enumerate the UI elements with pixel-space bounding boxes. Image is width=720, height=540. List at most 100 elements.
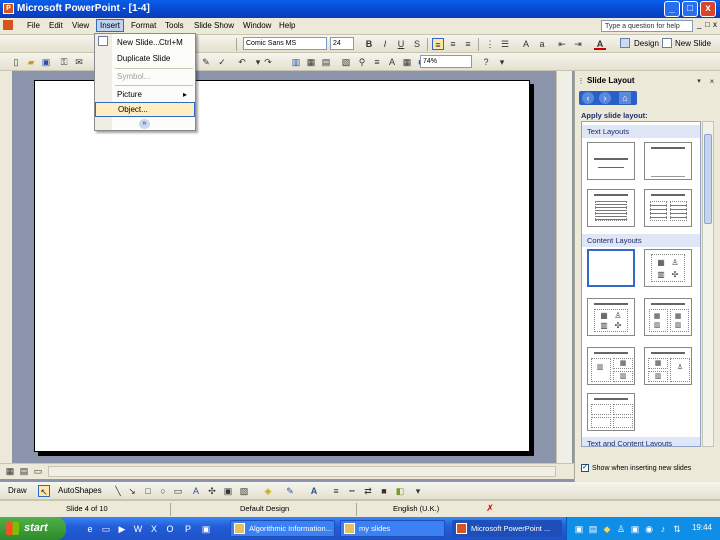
font-name-select[interactable]: Comic Sans MS — [243, 37, 327, 50]
horizontal-scrollbar[interactable] — [48, 466, 556, 477]
tray-safely-remove-icon[interactable]: ⇅ — [671, 523, 683, 535]
close-button[interactable]: x — [700, 1, 716, 17]
decrease-indent-icon[interactable]: ⇤ — [556, 38, 568, 50]
open-folder-icon[interactable]: ▰ — [25, 56, 37, 68]
outline-pane-collapsed[interactable] — [0, 71, 12, 463]
tray-app-icon[interactable]: ▣ — [629, 523, 641, 535]
excel-icon[interactable]: X — [148, 523, 160, 535]
picture-icon[interactable]: ▧ — [238, 485, 250, 497]
menu-slide-show[interactable]: Slide Show — [194, 21, 234, 30]
design-icon[interactable] — [620, 38, 630, 48]
title-bar[interactable]: P Microsoft PowerPoint - [1-4] _ □ x — [0, 0, 720, 18]
align-left-icon[interactable]: ≡ — [432, 38, 444, 50]
layout-title-slide[interactable] — [587, 142, 635, 180]
layout-content[interactable]: ▦ ♙ ▥ ✣ — [644, 249, 692, 287]
expand-all-icon[interactable]: ≡ — [371, 56, 383, 68]
layout-title-text[interactable] — [587, 189, 635, 227]
layout-gallery[interactable]: Text Layouts Content Layouts ▦ ♙ ▥ ✣ ▦ ♙… — [581, 121, 701, 447]
tray-network-icon[interactable]: ▣ — [573, 523, 585, 535]
new-document-icon[interactable]: ▯ — [10, 56, 22, 68]
zoom-select[interactable]: 74% — [420, 55, 472, 68]
task-algorithmic-information[interactable]: Algorithmic Information... — [230, 520, 335, 537]
menu-file[interactable]: File — [27, 21, 40, 30]
new-slide-button[interactable]: New Slide — [675, 39, 711, 48]
line-icon[interactable]: ╲ — [112, 485, 124, 497]
forward-icon[interactable]: › — [599, 92, 611, 104]
slide-sorter-icon[interactable]: ▤ — [18, 465, 30, 477]
task-microsoft-powerpoint[interactable]: Microsoft PowerPoint ... — [452, 520, 562, 537]
layout-title-two-column[interactable] — [644, 189, 692, 227]
design-button[interactable]: Design — [634, 39, 659, 48]
taskbar-clock[interactable]: 19:44 — [692, 523, 712, 532]
bullets-icon[interactable]: ☰ — [499, 38, 511, 50]
save-icon[interactable]: ▣ — [40, 56, 52, 68]
chevron-double-down-icon[interactable]: » — [139, 119, 150, 129]
format-painter-icon[interactable]: ✎ — [200, 56, 212, 68]
underline-button[interactable]: U — [395, 38, 407, 50]
task-pane-scrollbar[interactable] — [702, 121, 714, 447]
decrease-font-icon[interactable]: a — [536, 38, 548, 50]
insert-hyperlink-icon[interactable]: ⚲ — [356, 56, 368, 68]
new-slide-icon[interactable] — [662, 38, 672, 48]
internet-explorer-icon[interactable]: e — [84, 523, 96, 535]
rectangle-icon[interactable]: □ — [142, 485, 154, 497]
diagram-icon[interactable]: ✣ — [206, 485, 218, 497]
tray-display-icon[interactable]: ▤ — [587, 523, 599, 535]
menu-item-picture[interactable]: Picture ▸ — [95, 87, 195, 102]
shadow-style-icon[interactable]: ■ — [378, 485, 390, 497]
task-pane-close-icon[interactable]: × — [706, 76, 718, 88]
font-color-button[interactable]: A — [594, 38, 606, 50]
menu-view[interactable]: View — [72, 21, 89, 30]
layout-title-only[interactable] — [644, 142, 692, 180]
numbering-icon[interactable]: ⋮ — [484, 38, 496, 50]
normal-view-icon[interactable]: ▦ — [4, 465, 16, 477]
slide-canvas[interactable] — [34, 80, 530, 452]
autoshapes-menu-button[interactable]: AutoShapes — [58, 486, 102, 495]
fill-color-icon[interactable]: ◈ — [262, 485, 274, 497]
powerpoint-app-icon[interactable]: P — [3, 3, 14, 14]
layout-title-two-content[interactable]: ▦ ▦ ▥ ▥ — [644, 298, 692, 336]
outlook-icon[interactable]: O — [164, 523, 176, 535]
toolbar-options-icon[interactable]: ▾ — [412, 485, 424, 497]
oval-icon[interactable]: ○ — [157, 485, 169, 497]
align-center-icon[interactable]: ≡ — [447, 38, 459, 50]
powerpoint-quicklaunch-icon[interactable]: P — [182, 523, 194, 535]
arrow-icon[interactable]: ↘ — [126, 485, 138, 497]
increase-indent-icon[interactable]: ⇥ — [572, 38, 584, 50]
tables-borders-icon[interactable]: ▤ — [320, 56, 332, 68]
document-icon[interactable] — [3, 20, 13, 30]
media-player-icon[interactable]: ▶ — [116, 523, 128, 535]
show-when-inserting-option[interactable]: ✓ Show when inserting new slides — [581, 464, 691, 472]
layout-title-four-content[interactable] — [587, 393, 635, 431]
toolbar-options-icon[interactable]: ▾ — [496, 56, 508, 68]
menu-edit[interactable]: Edit — [49, 21, 63, 30]
show-when-inserting-checkbox[interactable]: ✓ — [581, 464, 589, 472]
menu-item-new-slide[interactable]: New Slide... Ctrl+M — [95, 35, 195, 50]
shadow-button[interactable]: S — [411, 38, 423, 50]
layout-blank[interactable] — [587, 249, 635, 287]
insert-picture-icon[interactable]: ▧ — [340, 56, 352, 68]
italic-button[interactable]: I — [379, 38, 391, 50]
permission-icon[interactable]: ⚿ — [58, 56, 70, 68]
menu-format[interactable]: Format — [131, 21, 156, 30]
dropdown-icon[interactable]: ▾ — [693, 76, 705, 88]
font-color-icon[interactable]: A — [308, 485, 320, 497]
menu-help[interactable]: Help — [279, 21, 295, 30]
menu-tools[interactable]: Tools — [165, 21, 184, 30]
menu-window[interactable]: Window — [243, 21, 271, 30]
show-formatting-icon[interactable]: A — [386, 56, 398, 68]
line-color-icon[interactable]: ✎ — [284, 485, 296, 497]
insert-chart-icon[interactable]: ▥ — [290, 56, 302, 68]
grid-icon[interactable]: ▦ — [401, 56, 413, 68]
wordart-icon[interactable]: A — [190, 485, 202, 497]
tray-antivirus-icon[interactable]: ◉ — [643, 523, 655, 535]
menu-item-symbol[interactable]: Symbol... — [95, 69, 195, 84]
help-icon[interactable]: ? — [480, 56, 492, 68]
insert-table-icon[interactable]: ▦ — [305, 56, 317, 68]
slide-show-icon[interactable]: ▭ — [32, 465, 44, 477]
menu-insert[interactable]: Insert — [96, 19, 125, 32]
undo-icon[interactable]: ↶ — [236, 56, 248, 68]
arrow-style-icon[interactable]: ⇄ — [362, 485, 374, 497]
spelling-icon[interactable]: ✓ — [216, 56, 228, 68]
doc-minimize-button[interactable]: _ — [697, 20, 701, 29]
